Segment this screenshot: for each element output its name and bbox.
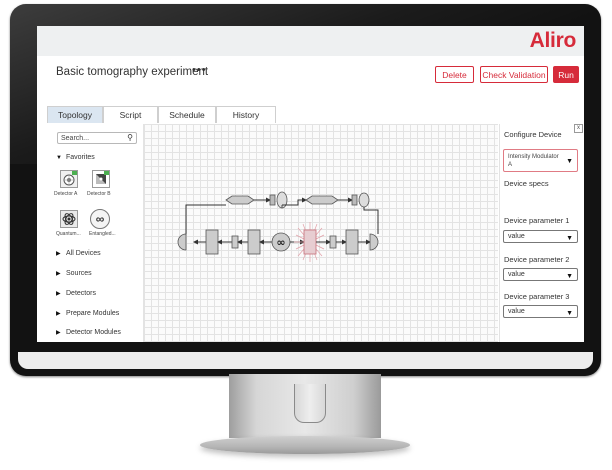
section-label: Prepare Modules bbox=[66, 310, 120, 317]
topology-diagram: ∞ bbox=[177, 191, 379, 262]
detector-b-icon[interactable] bbox=[92, 170, 110, 188]
module-block-icon[interactable] bbox=[345, 229, 359, 255]
section-label: Sources bbox=[66, 270, 92, 277]
chevron-down-icon: ▼ bbox=[566, 235, 573, 242]
search-placeholder: Search... bbox=[61, 135, 90, 142]
param-2-select[interactable]: value ▼ bbox=[503, 268, 578, 281]
chevron-right-icon: ▶ bbox=[56, 291, 61, 297]
chevron-right-icon: ▶ bbox=[56, 251, 61, 257]
check-validation-button[interactable]: Check Validation bbox=[480, 66, 548, 83]
detector-left-icon[interactable] bbox=[177, 233, 187, 251]
section-label: Detectors bbox=[66, 290, 96, 297]
pulse-shaper-icon[interactable] bbox=[305, 195, 339, 205]
device-library-sidebar: Search... ⚲ ▼ Favorites Detector A Detect… bbox=[53, 124, 144, 342]
storage-cylinder-icon[interactable] bbox=[358, 192, 370, 208]
quantum-icon[interactable] bbox=[60, 210, 78, 228]
pulse-shaper-icon[interactable] bbox=[225, 195, 255, 205]
delete-button[interactable]: Delete bbox=[435, 66, 474, 83]
search-icon[interactable]: ⚲ bbox=[127, 132, 133, 144]
module-block-icon[interactable] bbox=[205, 229, 219, 255]
device-select[interactable]: Intensity Modulator A ▼ bbox=[503, 149, 578, 172]
tab-topology[interactable]: Topology bbox=[47, 106, 103, 123]
tab-history[interactable]: History bbox=[216, 106, 276, 123]
section-all-devices[interactable]: ▶ All Devices bbox=[56, 249, 101, 259]
param-label: Device parameter 1 bbox=[504, 216, 570, 225]
chevron-right-icon: ▶ bbox=[56, 330, 61, 336]
configure-device-panel: Configure Device x Intensity Modulator A… bbox=[499, 124, 584, 342]
app-screen: Aliro Basic tomography experiment ••• De… bbox=[37, 26, 584, 342]
favorite-label: Entangled... bbox=[89, 231, 116, 237]
module-block-icon[interactable] bbox=[247, 229, 261, 255]
filter-icon[interactable] bbox=[351, 194, 358, 206]
main-chain: ∞ bbox=[177, 222, 379, 262]
param-value: value bbox=[508, 271, 525, 278]
section-label: Detector Modules bbox=[66, 329, 121, 336]
favorite-label: Detector B bbox=[87, 191, 111, 197]
intensity-modulator-icon[interactable] bbox=[303, 229, 317, 255]
favorite-label: Detector A bbox=[54, 191, 78, 197]
detector-a-icon[interactable] bbox=[60, 170, 78, 188]
param-value: value bbox=[508, 308, 525, 315]
search-input[interactable]: Search... ⚲ bbox=[57, 132, 137, 144]
monitor-chin bbox=[18, 352, 593, 369]
filter-icon[interactable] bbox=[231, 235, 239, 249]
monitor-stand-base bbox=[200, 436, 410, 454]
section-prepare-modules[interactable]: ▶ Prepare Modules bbox=[56, 309, 119, 319]
chevron-right-icon: ▶ bbox=[56, 311, 61, 317]
chevron-down-icon: ▼ bbox=[566, 273, 573, 280]
section-detector-modules[interactable]: ▶ Detector Modules bbox=[56, 328, 121, 338]
brand-bar: Aliro bbox=[37, 26, 584, 56]
device-specs-heading: Device specs bbox=[504, 179, 549, 188]
tab-script[interactable]: Script bbox=[103, 106, 158, 123]
entangled-icon[interactable]: ∞ bbox=[90, 209, 110, 229]
run-button[interactable]: Run bbox=[553, 66, 579, 83]
section-label: All Devices bbox=[66, 250, 101, 257]
param-value: value bbox=[508, 233, 525, 240]
param-label: Device parameter 2 bbox=[504, 255, 570, 264]
page-title: Basic tomography experiment bbox=[56, 66, 209, 78]
detector-right-icon[interactable] bbox=[369, 233, 379, 251]
param-3-select[interactable]: value ▼ bbox=[503, 305, 578, 318]
chevron-down-icon: ▼ bbox=[566, 158, 573, 165]
section-favorites[interactable]: ▼ Favorites bbox=[56, 153, 95, 163]
chevron-right-icon: ▶ bbox=[56, 271, 61, 277]
stand-cable-hole bbox=[294, 384, 326, 423]
tab-schedule[interactable]: Schedule bbox=[158, 106, 216, 123]
more-options-button[interactable]: ••• bbox=[192, 64, 207, 76]
section-label: Favorites bbox=[66, 154, 95, 161]
chevron-down-icon: ▼ bbox=[566, 310, 573, 317]
param-1-select[interactable]: value ▼ bbox=[503, 230, 578, 243]
favorite-label: Quantum... bbox=[56, 231, 81, 237]
selected-device: Intensity Modulator A bbox=[508, 154, 559, 168]
panel-title: Configure Device bbox=[504, 130, 562, 139]
topology-canvas[interactable]: ∞ bbox=[144, 124, 498, 342]
svg-text:∞: ∞ bbox=[276, 236, 285, 249]
section-sources[interactable]: ▶ Sources bbox=[56, 269, 92, 279]
app-logo: Aliro bbox=[529, 29, 577, 52]
filter-icon[interactable] bbox=[329, 235, 337, 249]
close-icon[interactable]: x bbox=[574, 124, 583, 133]
chevron-down-icon: ▼ bbox=[56, 155, 62, 161]
upper-branch bbox=[185, 191, 379, 234]
param-label: Device parameter 3 bbox=[504, 292, 570, 301]
section-detectors[interactable]: ▶ Detectors bbox=[56, 289, 96, 299]
filter-icon[interactable] bbox=[269, 194, 276, 206]
